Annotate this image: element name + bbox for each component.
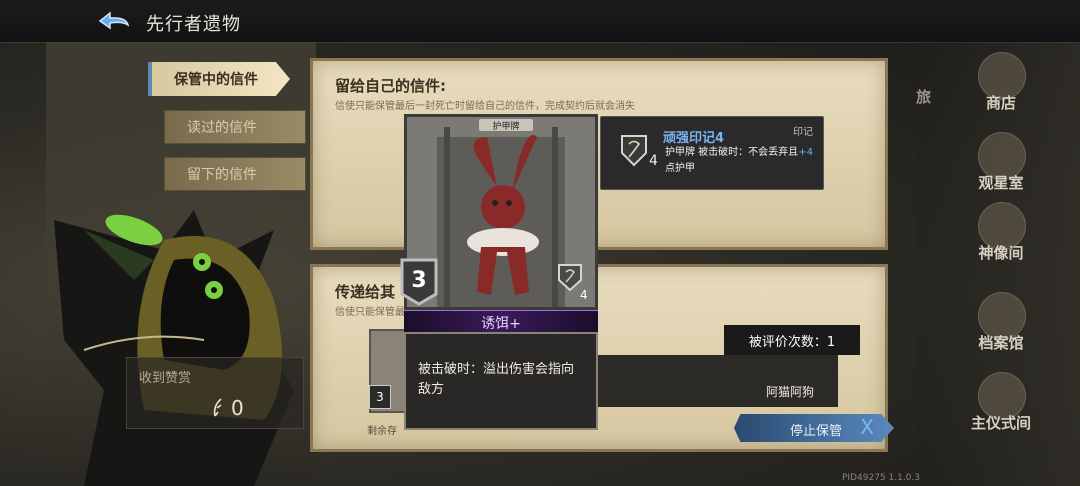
card-name: 诱饵+ bbox=[481, 316, 521, 332]
card-shield-value: 4 bbox=[580, 288, 588, 302]
stop-button-label: 停止保管 bbox=[790, 424, 843, 439]
sigil-level: 4 bbox=[649, 153, 658, 169]
panel-subtitle: 信使只能保管最 bbox=[335, 307, 405, 318]
sigil-tag: 印记 bbox=[793, 127, 813, 138]
tab-left-letters[interactable]: 留下的信件 bbox=[164, 157, 306, 191]
sigil-description: 护甲牌 被击破时：不会丢弃且+4 点护甲 bbox=[665, 145, 815, 177]
sigil-shield-icon bbox=[619, 133, 649, 167]
reward-box: 收到赞赏 0 bbox=[126, 357, 304, 429]
card-description: 被击破时：溢出伤害会指向敌方 bbox=[418, 362, 575, 397]
nav-label: 主仪式间 bbox=[970, 414, 1031, 432]
nav-ritual-hall[interactable]: 主仪式间 bbox=[946, 372, 1056, 438]
nav-label: 商店 bbox=[985, 94, 1016, 112]
feather-icon bbox=[211, 398, 225, 418]
right-navigation: 旅 商店 观星室 神像间 档案馆 主仪式间 bbox=[916, 42, 1080, 486]
armor-card[interactable]: 护甲牌 3 4 诱饵+ 被击破时：溢出伤害会指向敌方 bbox=[400, 114, 598, 430]
tab-label: 保管中的信件 bbox=[174, 72, 258, 88]
reward-value: 0 bbox=[231, 396, 244, 420]
card-type-label: 护甲牌 bbox=[479, 119, 533, 132]
tab-label: 读过的信件 bbox=[187, 120, 257, 136]
sigil-desc-highlight: +4 bbox=[798, 147, 813, 158]
nav-archive[interactable]: 档案馆 bbox=[946, 292, 1056, 358]
sigil-title: 顽强印记4 bbox=[663, 131, 725, 146]
sigil-desc-part: 点护甲 bbox=[665, 163, 695, 174]
panel-subtitle: 信使只能保管最后一封死亡时留给自己的信件，完成契约后就会消失 bbox=[335, 101, 635, 112]
reward-label: 收到赞赏 bbox=[139, 371, 192, 386]
nav-label: 观星室 bbox=[978, 174, 1024, 192]
sigil-tooltip: 4 印记 顽强印记4 护甲牌 被击破时：不会丢弃且+4 点护甲 bbox=[600, 116, 824, 190]
hooded-creature-illustration bbox=[44, 190, 314, 486]
nav-shop[interactable]: 商店 bbox=[946, 52, 1056, 118]
nav-label: 档案馆 bbox=[978, 334, 1024, 352]
nav-idol-room[interactable]: 神像间 bbox=[946, 202, 1056, 268]
version-label: PID49275 1.1.0.3 bbox=[842, 473, 920, 483]
nav-label: 神像间 bbox=[978, 244, 1024, 262]
nav-travel-partial[interactable]: 旅 bbox=[916, 86, 931, 107]
back-arrow-icon[interactable] bbox=[96, 9, 132, 33]
close-x-icon: X bbox=[860, 415, 874, 439]
sender-box: 阿猫阿狗 bbox=[594, 355, 838, 407]
small-card-cost: 3 bbox=[369, 385, 391, 409]
tab-label: 留下的信件 bbox=[187, 167, 257, 183]
sigil-desc-part: 护甲牌 被击破时：不会丢弃且 bbox=[665, 147, 799, 158]
nav-observatory[interactable]: 观星室 bbox=[946, 132, 1056, 198]
tab-stored-letters[interactable]: 保管中的信件 bbox=[148, 62, 290, 96]
remaining-label: 剩余存 bbox=[367, 426, 397, 437]
tab-read-letters[interactable]: 读过的信件 bbox=[164, 110, 306, 144]
rating-count-badge: 被评价次数：1 bbox=[724, 325, 860, 355]
top-bar: 先行者遗物 bbox=[0, 0, 1080, 43]
panel-title: 留给自己的信件: bbox=[335, 77, 446, 95]
card-cost: 3 bbox=[411, 268, 427, 293]
page-title: 先行者遗物 bbox=[146, 14, 241, 35]
cost-badge: 3 bbox=[398, 256, 440, 306]
sender-name: 阿猫阿狗 bbox=[765, 385, 814, 399]
game-screen: 先行者遗物 保管中的信件 读过的信件 留下的信件 收到赞赏 0 留给自己的信件:… bbox=[0, 0, 1080, 486]
card-name-bar: 诱饵+ bbox=[404, 310, 598, 334]
stop-keeping-button[interactable]: 停止保管 X bbox=[734, 414, 894, 442]
card-description-box: 被击破时：溢出伤害会指向敌方 bbox=[404, 332, 598, 430]
panel-title: 传递给其 bbox=[335, 283, 396, 301]
